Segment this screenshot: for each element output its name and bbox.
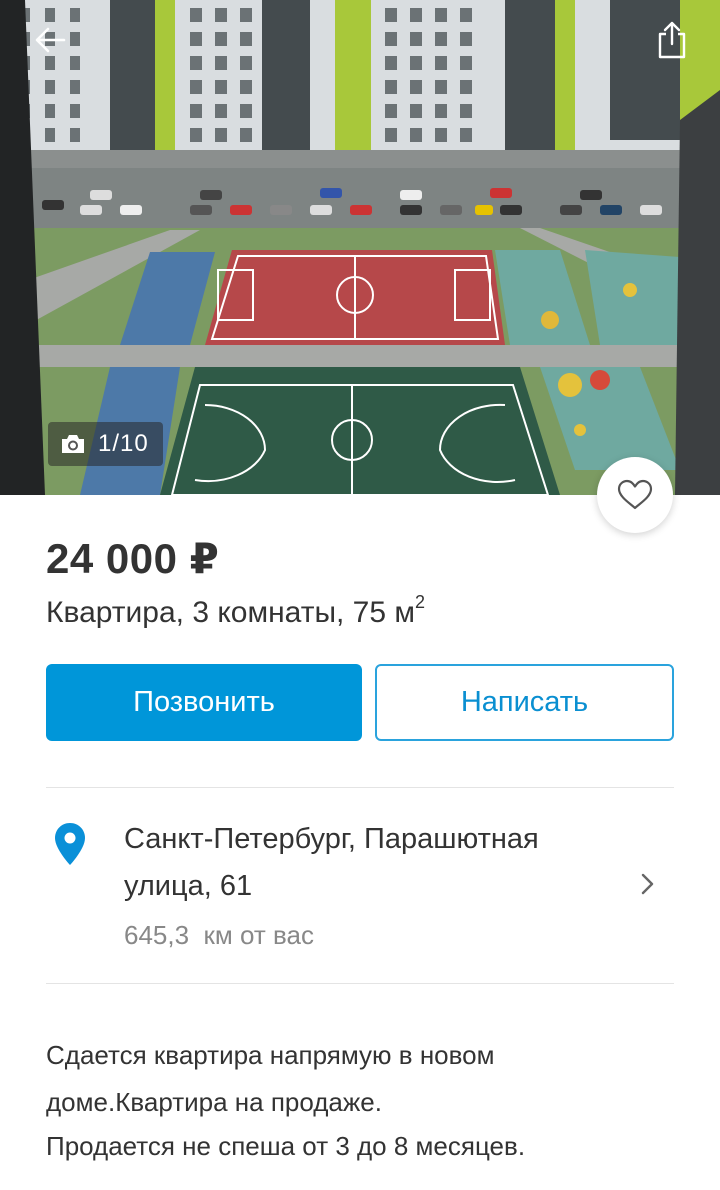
area-unit-superscript: 2: [415, 592, 426, 612]
share-button[interactable]: [650, 18, 694, 62]
back-button[interactable]: [28, 18, 72, 62]
share-icon: [658, 21, 686, 59]
distance-text: 645,3 км от вас: [124, 920, 314, 950]
divider: [46, 787, 674, 788]
description-line-2: доме.Квартира на продаже.: [46, 1087, 382, 1117]
listing-price: 24 000 ₽: [46, 535, 220, 582]
description-line-1: Сдается квартира напрямую в новом: [46, 1040, 495, 1070]
write-message-button[interactable]: Написать: [375, 664, 674, 741]
listing-title-text: Квартира, 3 комнаты, 75 м: [46, 596, 416, 629]
listing-photo[interactable]: 1/10: [0, 0, 720, 495]
description-line-3: Продается не спеша от 3 до 8 месяцев.: [46, 1131, 526, 1161]
address-line-1: Санкт-Петербург, Парашютная: [124, 823, 539, 855]
address-line-2: улица, 61: [124, 870, 253, 902]
photo-counter-text: 1/10: [98, 430, 149, 457]
camera-icon: [62, 435, 84, 453]
chevron-right-icon: [641, 873, 654, 895]
arrow-left-icon: [35, 27, 66, 53]
favorite-button[interactable]: [597, 457, 673, 533]
photo-counter: 1/10: [48, 422, 163, 466]
divider: [46, 983, 674, 984]
listing-title: Квартира, 3 комнаты, 75 м2: [46, 592, 425, 630]
map-pin-icon: [55, 823, 85, 865]
call-button[interactable]: Позвонить: [46, 664, 362, 741]
heart-outline-icon: [617, 479, 653, 510]
courtyard-photo: [0, 0, 720, 495]
